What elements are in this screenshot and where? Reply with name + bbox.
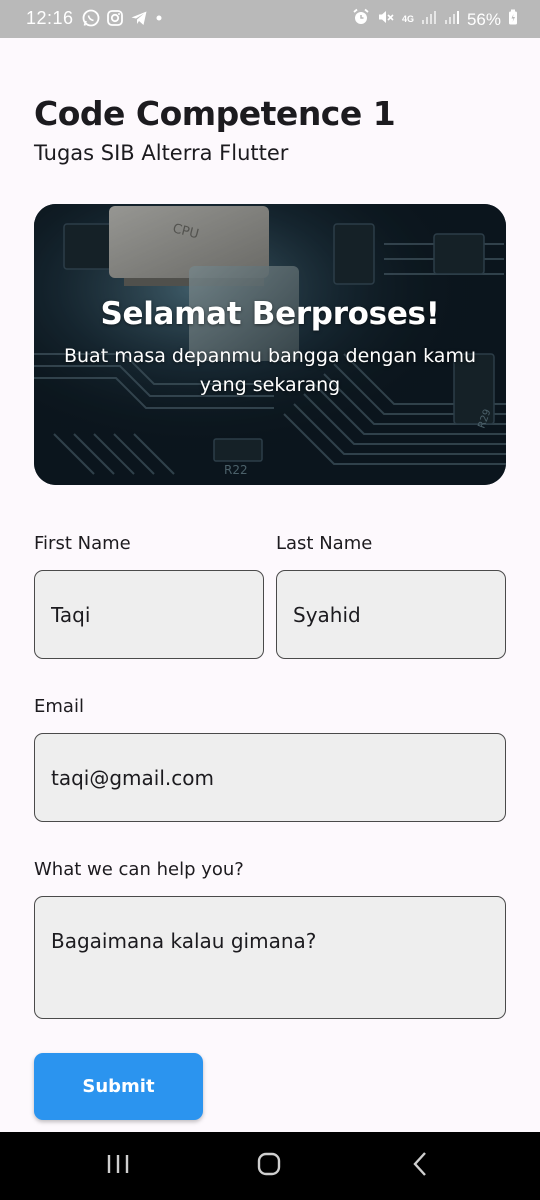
home-button[interactable] <box>249 1150 289 1182</box>
mute-icon <box>377 8 395 31</box>
instagram-icon <box>106 9 124 32</box>
email-input[interactable] <box>34 733 506 822</box>
last-name-input[interactable] <box>276 570 506 659</box>
last-name-label: Last Name <box>276 533 373 554</box>
page-subtitle: Tugas SIB Alterra Flutter <box>34 141 289 165</box>
status-time: 12:16 <box>26 8 74 28</box>
message-label: What we can help you? <box>34 859 244 880</box>
banner-text: Buat masa depanmu bangga dengan kamu yan… <box>63 345 477 396</box>
battery-icon <box>508 9 518 30</box>
battery-percent: 56% <box>466 9 501 29</box>
back-button[interactable] <box>400 1150 440 1182</box>
first-name-input[interactable] <box>34 570 264 659</box>
telegram-icon <box>130 9 148 32</box>
home-icon <box>257 1152 281 1180</box>
system-navigation-bar <box>0 1132 540 1200</box>
system-icons: 4G 56% <box>352 8 518 31</box>
signal-icon <box>421 9 437 30</box>
message-textarea[interactable]: Bagaimana kalau gimana? <box>34 896 506 1019</box>
submit-button[interactable]: Submit <box>34 1053 203 1120</box>
network-type-label: 4G <box>401 14 414 24</box>
banner-title: Selamat Berproses! <box>100 296 440 332</box>
signal-icon-2 <box>444 9 460 30</box>
status-bar: 12:16 4G 56% <box>0 0 540 38</box>
recent-apps-button[interactable] <box>98 1150 138 1182</box>
more-notifications-dot-icon <box>154 9 164 32</box>
email-label: Email <box>34 696 84 717</box>
whatsapp-icon <box>82 9 100 32</box>
recent-apps-icon <box>106 1153 130 1179</box>
notification-icons <box>82 9 164 32</box>
alarm-icon <box>352 8 370 31</box>
page-title: Code Competence 1 <box>34 94 396 133</box>
back-icon <box>412 1151 428 1181</box>
hero-banner: CPU R22 R29 Selamat Berproses! Buat masa… <box>34 204 506 485</box>
first-name-label: First Name <box>34 533 131 554</box>
